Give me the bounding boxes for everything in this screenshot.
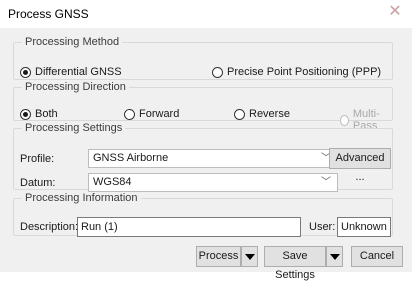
triangle-down-icon — [329, 253, 340, 260]
radio-dot — [234, 108, 245, 120]
radio-label: Precise Point Positioning (PPP) — [227, 66, 382, 78]
processing-direction-group: Processing Direction Both Forward Revers… — [13, 81, 393, 132]
radio-reverse[interactable]: Reverse — [234, 108, 290, 120]
radio-dot-selected — [20, 108, 31, 120]
radio-dot — [212, 66, 223, 78]
profile-label: Profile: — [20, 153, 55, 165]
dialog-body: Processing Method Differential GNSS Prec… — [0, 28, 412, 281]
radio-label: Differential GNSS — [35, 66, 122, 78]
triangle-down-icon — [244, 253, 255, 260]
description-input[interactable]: Run (1) — [77, 217, 301, 237]
processing-information-group: Processing Information Description: Run … — [13, 192, 393, 237]
datum-label: Datum: — [20, 177, 56, 189]
user-label: User: — [309, 221, 336, 233]
radio-forward[interactable]: Forward — [124, 108, 179, 120]
processing-information-legend: Processing Information — [25, 192, 138, 204]
advanced-button[interactable]: Advanced ... — [329, 148, 391, 183]
radio-both[interactable]: Both — [20, 108, 58, 120]
radio-label: Reverse — [249, 108, 290, 120]
window-title: Process GNSS — [8, 7, 89, 21]
process-dropdown-button[interactable] — [241, 246, 258, 267]
processing-method-group: Processing Method Differential GNSS Prec… — [13, 36, 393, 80]
save-settings-dropdown-button[interactable] — [326, 246, 343, 267]
user-input[interactable]: Unknown — [337, 217, 391, 237]
save-settings-button[interactable]: Save Settings — [264, 246, 326, 281]
radio-label: Both — [35, 108, 58, 120]
datum-value: WGS84 — [93, 176, 132, 188]
radio-differential-gnss[interactable]: Differential GNSS — [20, 66, 122, 78]
cancel-button[interactable]: Cancel — [351, 246, 403, 267]
processing-method-legend: Processing Method — [25, 36, 120, 48]
processing-settings-legend: Processing Settings — [25, 122, 123, 134]
radio-ppp[interactable]: Precise Point Positioning (PPP) — [212, 66, 381, 78]
radio-dot-selected — [20, 66, 31, 78]
title-bar: Process GNSS ✕ — [0, 0, 412, 28]
description-label: Description: — [20, 221, 79, 233]
profile-select[interactable]: GNSS Airborne ﹀ — [88, 149, 338, 168]
close-icon[interactable]: ✕ — [386, 3, 404, 21]
radio-label: Forward — [139, 108, 180, 120]
chevron-down-icon: ﹀ — [321, 177, 331, 188]
datum-select[interactable]: WGS84 ﹀ — [88, 173, 338, 192]
profile-value: GNSS Airborne — [93, 152, 169, 164]
radio-dot — [124, 108, 135, 120]
process-button[interactable]: Process — [196, 246, 241, 267]
processing-direction-legend: Processing Direction — [25, 81, 126, 93]
processing-settings-group: Processing Settings Profile: GNSS Airbor… — [13, 122, 393, 192]
